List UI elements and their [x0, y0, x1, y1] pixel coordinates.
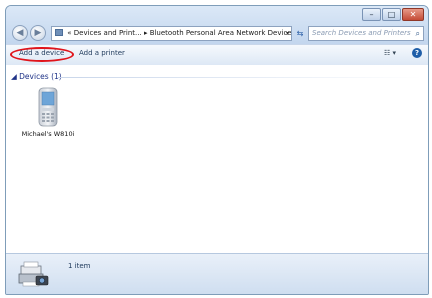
explorer-window: – □ ✕ ◀ ▶ « Devices and Print... ▸ Bluet…: [5, 5, 429, 295]
add-device-button[interactable]: Add a device: [19, 49, 64, 57]
item-count: 1 item: [68, 262, 91, 270]
back-button[interactable]: ◀: [12, 25, 28, 41]
address-bar[interactable]: « Devices and Print... ▸ Bluetooth Perso…: [51, 26, 292, 41]
address-path: « Devices and Print... ▸ Bluetooth Perso…: [67, 29, 292, 37]
maximize-button[interactable]: □: [382, 8, 401, 21]
printer-camera-icon: [18, 261, 49, 287]
group-divider: [58, 77, 422, 78]
forward-button[interactable]: ▶: [30, 25, 46, 41]
help-icon[interactable]: ?: [412, 48, 422, 58]
window-controls: – □ ✕: [361, 8, 424, 21]
device-name: Michael's W810i: [21, 130, 75, 138]
device-item[interactable]: Michael's W810i: [18, 87, 78, 139]
close-button[interactable]: ✕: [402, 8, 424, 21]
search-icon[interactable]: ⌕: [416, 27, 420, 40]
command-bar: Add a device Add a printer ☷ ▾ ?: [6, 44, 428, 66]
refresh-icon[interactable]: ⇆: [294, 26, 306, 41]
search-placeholder: Search Devices and Printers: [312, 29, 411, 37]
change-view-button[interactable]: ☷ ▾: [384, 49, 396, 57]
title-bar: – □ ✕ ◀ ▶ « Devices and Print... ▸ Bluet…: [6, 6, 428, 44]
add-printer-button[interactable]: Add a printer: [79, 49, 125, 57]
content-pane: ◢ Devices (1) Michael's W810i: [6, 65, 428, 263]
details-pane: 1 item: [6, 253, 428, 294]
control-panel-icon: [55, 29, 63, 36]
search-input[interactable]: Search Devices and Printers ⌕: [308, 26, 424, 41]
address-dropdown-icon[interactable]: ▾: [286, 27, 289, 40]
phone-icon: [38, 87, 58, 127]
group-header-devices[interactable]: ◢ Devices (1): [11, 72, 62, 81]
minimize-button[interactable]: –: [362, 8, 381, 21]
